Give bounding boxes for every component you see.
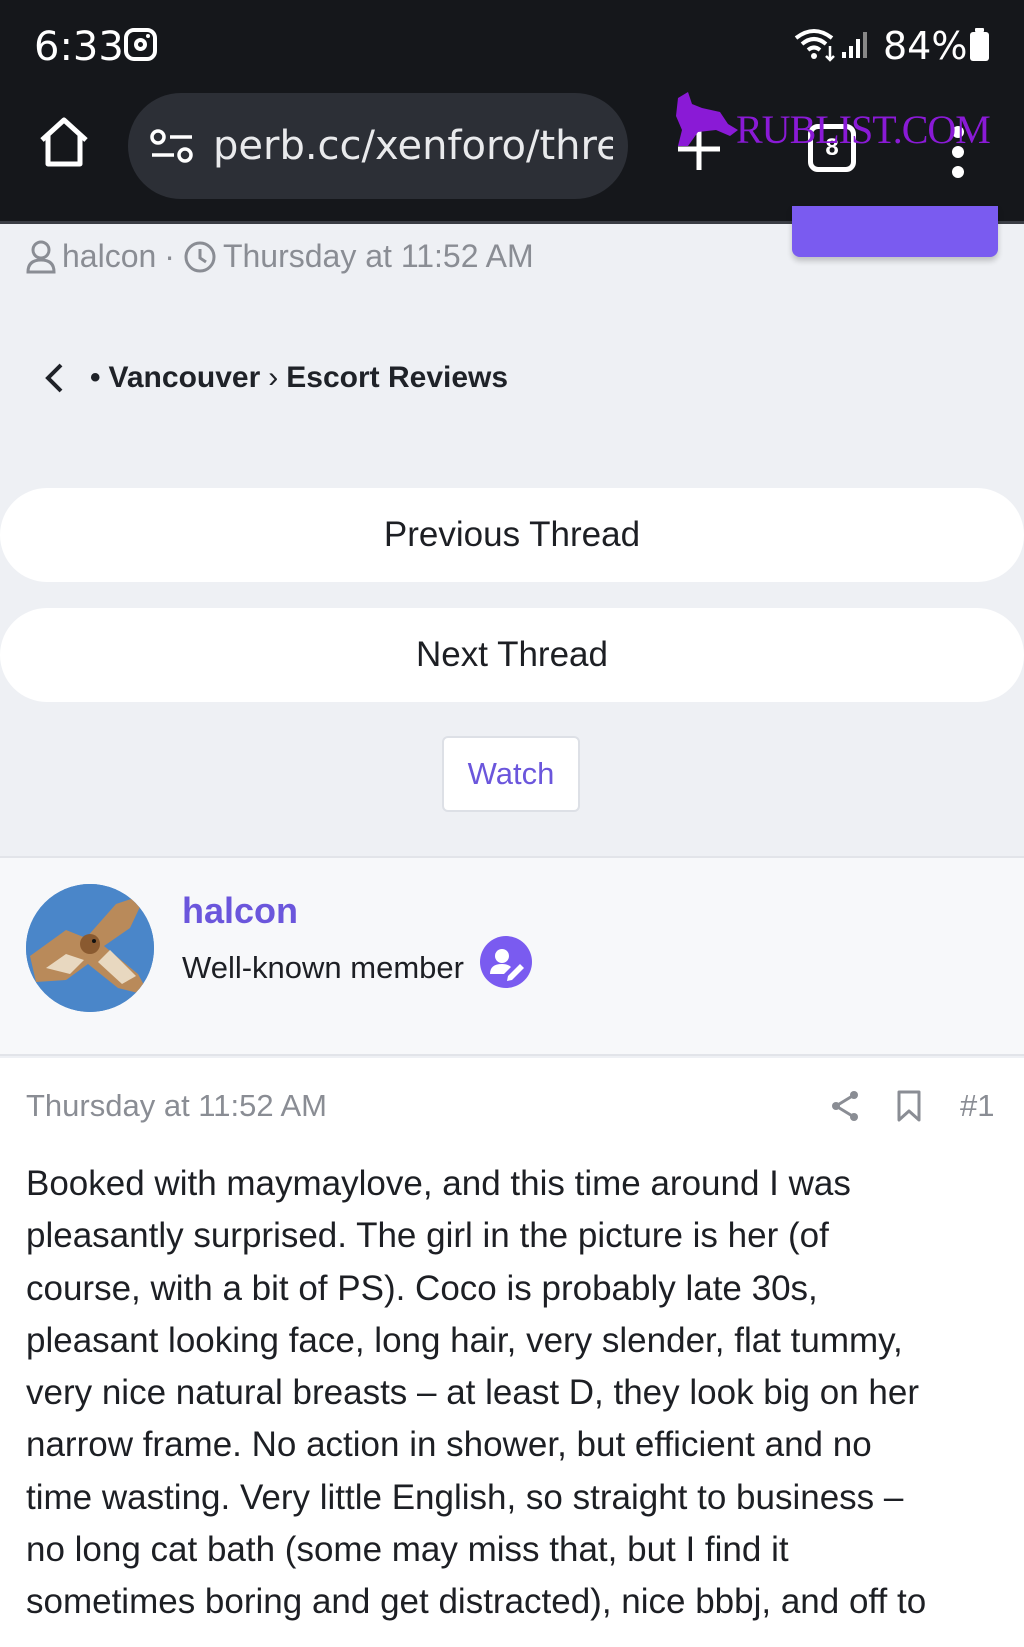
instagram-notification-icon xyxy=(124,28,157,61)
reply-button[interactable] xyxy=(792,206,998,257)
avatar[interactable] xyxy=(26,884,154,1012)
post-text-line: very nice natural breasts – at least D, … xyxy=(26,1373,919,1413)
post-body: Booked with maymaylove, and this time ar… xyxy=(26,1158,1006,1629)
post-username[interactable]: halcon xyxy=(182,890,298,932)
post-text-line: sometimes boring and get distracted), ni… xyxy=(26,1582,927,1622)
breadcrumb-item-escort-reviews[interactable]: Escort Reviews xyxy=(286,361,508,395)
breadcrumb-separator: › xyxy=(268,361,279,394)
wifi-icon xyxy=(794,29,835,62)
post-text-line: no long cat bath (some may miss that, bu… xyxy=(26,1530,789,1570)
chevron-left-icon[interactable] xyxy=(44,362,64,394)
share-icon[interactable] xyxy=(830,1090,860,1122)
watermark-logo: RUBLIST.COM xyxy=(672,90,991,152)
status-time: 6:33 xyxy=(34,24,124,70)
hawk-avatar-image xyxy=(26,884,154,1012)
watermark-figure-icon xyxy=(676,92,738,146)
post-text-line: narrow frame. No action in shower, but e… xyxy=(26,1425,872,1465)
breadcrumb-item-vancouver[interactable]: Vancouver xyxy=(109,361,261,395)
bookmark-icon[interactable] xyxy=(896,1089,922,1123)
post-date[interactable]: Thursday at 11:52 AM xyxy=(26,1088,327,1124)
post-text-line: pleasant looking face, long hair, very s… xyxy=(26,1320,903,1360)
next-thread-button[interactable]: Next Thread xyxy=(0,608,1024,702)
address-bar[interactable]: perb.cc/xenforo/thre xyxy=(128,93,628,199)
url-text[interactable]: perb.cc/xenforo/thre xyxy=(213,123,613,169)
breadcrumb-bullet: • xyxy=(90,361,101,394)
site-settings-icon[interactable] xyxy=(150,129,194,163)
watermark-text: RUBLIST.COM xyxy=(736,107,991,152)
signal-icon xyxy=(842,32,867,58)
post-number[interactable]: #1 xyxy=(960,1088,994,1124)
member-badge-icon xyxy=(480,936,532,988)
post-text-line: time wasting. Very little English, so st… xyxy=(26,1477,904,1517)
clock-icon xyxy=(184,241,216,272)
post-user-header: halcon Well-known member xyxy=(0,856,1024,1056)
status-bar: 6:33 84% xyxy=(0,0,1024,90)
user-icon xyxy=(26,240,56,273)
thread-meta: halcon · Thursday at 11:52 AM xyxy=(26,238,534,275)
browser-toolbar: perb.cc/xenforo/thre 8 RUBLIST.COM xyxy=(0,90,1024,222)
previous-thread-button[interactable]: Previous Thread xyxy=(0,488,1024,582)
battery-icon xyxy=(970,28,989,61)
post-text-line: pleasantly surprised. The girl in the pi… xyxy=(26,1216,829,1256)
post-text-line: Booked with maymaylove, and this time ar… xyxy=(26,1164,851,1203)
user-title: Well-known member xyxy=(182,950,464,985)
meta-separator: · xyxy=(164,238,175,274)
battery-percent: 84% xyxy=(883,24,968,68)
breadcrumb: • Vancouver › Escort Reviews xyxy=(44,361,508,395)
thread-author[interactable]: halcon xyxy=(62,238,156,275)
watch-button[interactable]: Watch xyxy=(442,736,580,812)
thread-date[interactable]: Thursday at 11:52 AM xyxy=(223,238,534,275)
home-icon[interactable] xyxy=(38,116,90,168)
post-text-line: course, with a bit of PS). Coco is proba… xyxy=(26,1268,818,1308)
